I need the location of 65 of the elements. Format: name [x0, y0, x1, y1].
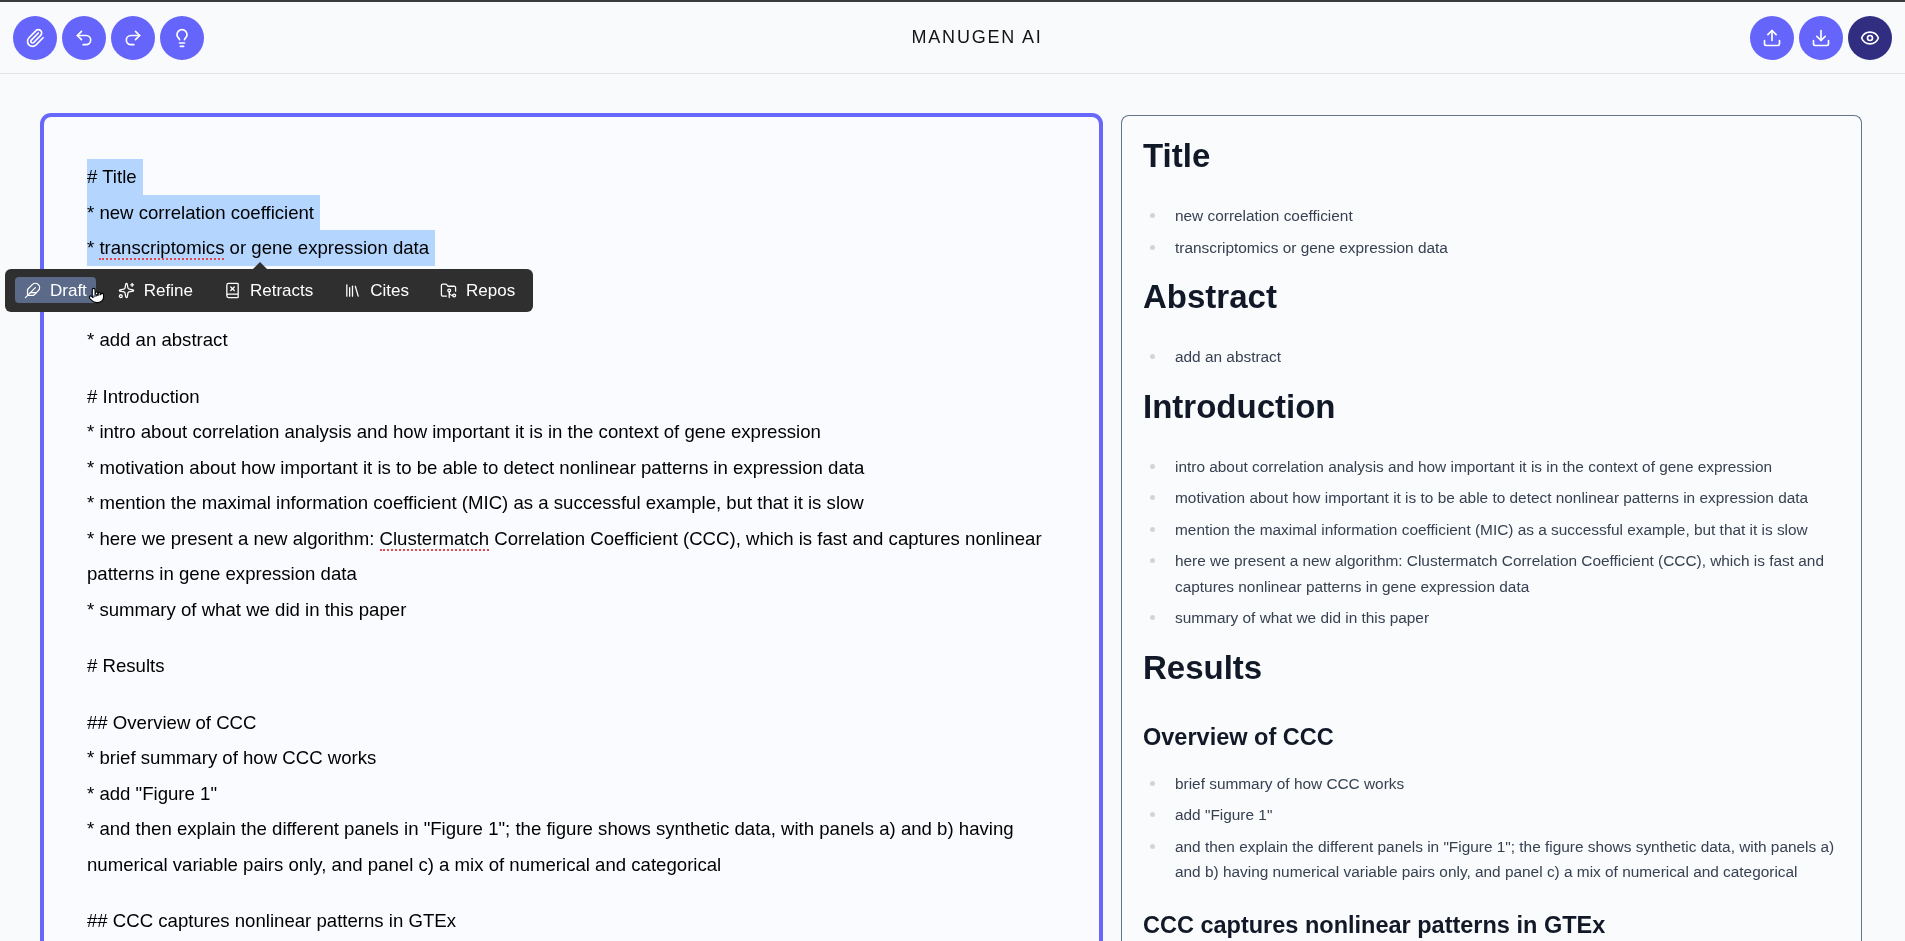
editor-line: * intro about correlation analysis and how important it is in the context of gene expression — [87, 420, 821, 444]
list-item-text: add "Figure 1" — [1175, 805, 1273, 825]
upload-button[interactable] — [1750, 15, 1794, 60]
list-item-text: here we present a new algorithm: Clustermatch Correlation Coefficient (CCC), which is fast and captures nonlinear patterns in gene expression data — [1175, 551, 1825, 597]
bullet-icon — [1150, 213, 1155, 218]
preview-heading: Title — [1143, 136, 1212, 176]
upload-icon — [1762, 27, 1782, 48]
list-item-text: add an abstract — [1175, 347, 1282, 367]
preview-toggle-button[interactable] — [1848, 15, 1892, 60]
lightbulb-button[interactable] — [160, 15, 204, 60]
list-item-text: motivation about how important it is to be able to detect nonlinear patterns in expression data — [1175, 488, 1809, 508]
toolbar-button[interactable]: Repos — [431, 277, 525, 303]
toolbar-button[interactable]: Draft — [15, 277, 96, 303]
editor-line: * mention the maximal information coefficient (MIC) as a successful example, but that it is slow — [87, 491, 864, 515]
preview-heading: Results — [1143, 647, 1264, 688]
list-item-text: intro about correlation analysis and how important it is in the context of gene expression — [1175, 456, 1773, 477]
list-item-text: summary of what we did in this paper — [1175, 608, 1430, 628]
editor-line: * add an abstract — [87, 328, 228, 352]
list-item-text: brief summary of how CCC works — [1175, 773, 1405, 794]
redo-button[interactable] — [111, 15, 155, 60]
bullet-icon — [1150, 780, 1155, 786]
book-x-icon — [224, 281, 241, 299]
editor-line: * brief summary of how CCC works — [87, 746, 377, 770]
undo-button[interactable] — [62, 15, 106, 60]
editor-line: # Results — [87, 654, 165, 678]
bullet-icon — [1150, 558, 1155, 563]
bullet-icon — [1150, 463, 1155, 469]
paperclip-icon — [25, 27, 45, 48]
editor-line: ## Overview of CCC — [87, 710, 257, 735]
bullet-icon — [1150, 843, 1155, 849]
editor-line: * motivation about how important it is to be able to detect nonlinear patterns in expression data — [87, 455, 865, 480]
list-item-text: new correlation coefficient — [1175, 206, 1353, 226]
bullet-icon — [1150, 812, 1155, 817]
attach-button[interactable] — [13, 15, 57, 60]
app-title: MANUGEN AI — [911, 26, 1043, 49]
redo-icon — [123, 27, 143, 48]
toolbar-button[interactable]: Retracts — [215, 277, 323, 303]
toolbar-button[interactable]: Refine — [108, 277, 202, 303]
editor-line: ## CCC captures nonlinear patterns in GTEx — [87, 909, 456, 933]
preview-heading: Overview of CCC — [1143, 722, 1335, 751]
download-button[interactable] — [1799, 15, 1843, 60]
editor-line: * summary of what we did in this paper — [87, 597, 407, 622]
preview-heading: Introduction — [1143, 386, 1337, 427]
bullet-icon — [1150, 354, 1155, 359]
editor-line: * add "Figure 1" — [87, 781, 217, 806]
preview-heading: CCC captures nonlinear patterns in GTEx — [1143, 910, 1607, 939]
bullet-icon — [1150, 526, 1155, 532]
editor-panel[interactable] — [40, 113, 1103, 941]
list-item-text: and then explain the different panels in "Figure 1"; the figure shows synthetic data, with panels a) and b) having numerical variable pairs only, and panel c) a mix of numerical and categorical — [1175, 836, 1836, 882]
list-item-text: mention the maximal information coefficient (MIC) as a successful example, but that it is slow — [1175, 519, 1808, 540]
preview-heading: Abstract — [1143, 277, 1278, 317]
undo-icon — [74, 27, 94, 48]
toolbar-button[interactable]: Cites — [335, 277, 418, 303]
bullet-icon — [1150, 244, 1155, 250]
sparkles-icon — [117, 281, 135, 299]
list-item-text: transcriptomics or gene expression data — [1175, 237, 1448, 258]
books-icon — [344, 281, 362, 299]
bullet-icon — [1150, 495, 1155, 500]
bullet-icon — [1150, 615, 1155, 620]
editor-line: # Introduction — [87, 384, 200, 409]
folder-branch-icon — [440, 281, 457, 299]
download-icon — [1811, 27, 1831, 48]
editor-line: * and then explain the different panels in "Figure 1"; the figure shows synthetic data, with panels a) and b) having numerical variable pairs only, and panel c) a mix of numerical and categorical — [87, 817, 1015, 877]
feather-icon — [24, 281, 41, 299]
editor-line: * here we present a new algorithm: Clustermatch Correlation Coefficient (CCC), which is fast and captures nonlinear patterns in gene expression data — [87, 526, 1043, 586]
